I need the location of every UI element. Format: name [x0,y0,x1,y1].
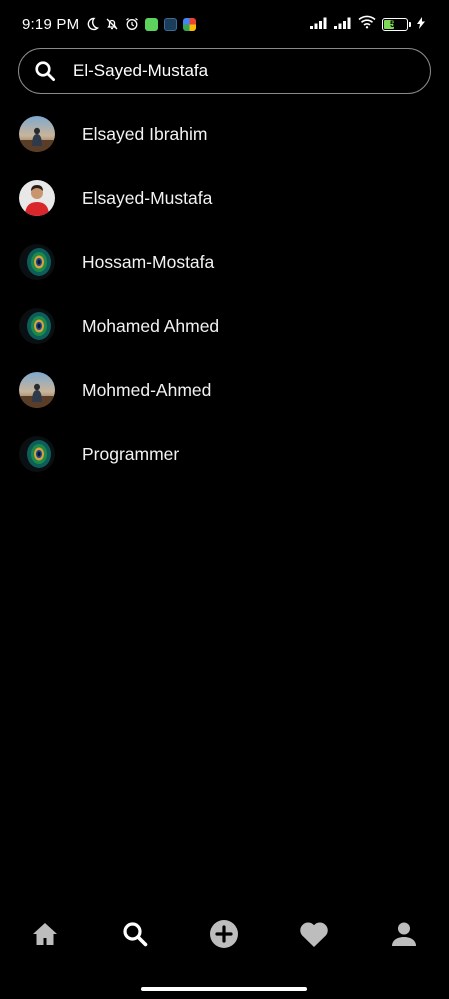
user-name: Mohmed-Ahmed [82,379,212,400]
add-circle-icon [209,919,239,954]
alarm-icon [125,17,139,31]
user-list: Elsayed Ibrahim Elsayed-Mustafa Hossam-M… [0,102,449,486]
charging-icon [417,16,425,33]
status-right: 50 [310,15,425,33]
status-left: 9:19 PM [22,15,197,33]
user-name: Hossam-Mostafa [82,251,215,272]
list-item[interactable]: Elsayed-Mustafa [0,166,449,230]
signal-icon-2 [334,16,352,33]
bell-off-icon [105,17,119,31]
search-icon [33,59,57,83]
app-badge-dark [164,17,178,31]
avatar-peacock [19,436,55,472]
nav-search-button[interactable] [105,914,165,958]
app-badge-google [183,17,197,31]
nav-home-button[interactable] [15,914,75,958]
home-indicator[interactable] [141,987,307,991]
list-item[interactable]: Elsayed Ibrahim [0,102,449,166]
user-name: Elsayed Ibrahim [82,123,208,144]
battery-icon: 50 [382,17,411,31]
list-item[interactable]: Mohamed Ahmed [0,294,449,358]
nav-favorites-button[interactable] [284,914,344,958]
user-name: Mohamed Ahmed [82,315,220,336]
avatar-photo-person-red [19,180,55,216]
avatar-photo-landscape [19,116,55,152]
signal-icon [310,16,328,33]
list-item[interactable]: Programmer [0,422,449,486]
list-item[interactable]: Mohmed-Ahmed [0,358,449,422]
user-name: Programmer [82,443,180,464]
nav-add-button[interactable] [194,914,254,958]
moon-icon [85,17,100,31]
status-bar: 9:19 PM 50 [0,0,449,48]
search-icon [121,920,149,953]
status-time: 9:19 PM [22,15,80,33]
avatar-peacock [19,244,55,280]
battery-level: 50 [389,18,400,29]
wifi-icon [358,15,376,33]
avatar-peacock [19,308,55,344]
user-name: Elsayed-Mustafa [82,187,213,208]
bottom-nav [0,911,449,961]
home-icon [31,921,59,952]
search-bar[interactable] [18,48,431,94]
nav-profile-button[interactable] [374,914,434,958]
person-icon [391,921,417,952]
search-input[interactable] [73,61,416,81]
app-badge-green [145,17,159,31]
heart-icon [299,920,329,953]
list-item[interactable]: Hossam-Mostafa [0,230,449,294]
avatar-photo-landscape [19,372,55,408]
